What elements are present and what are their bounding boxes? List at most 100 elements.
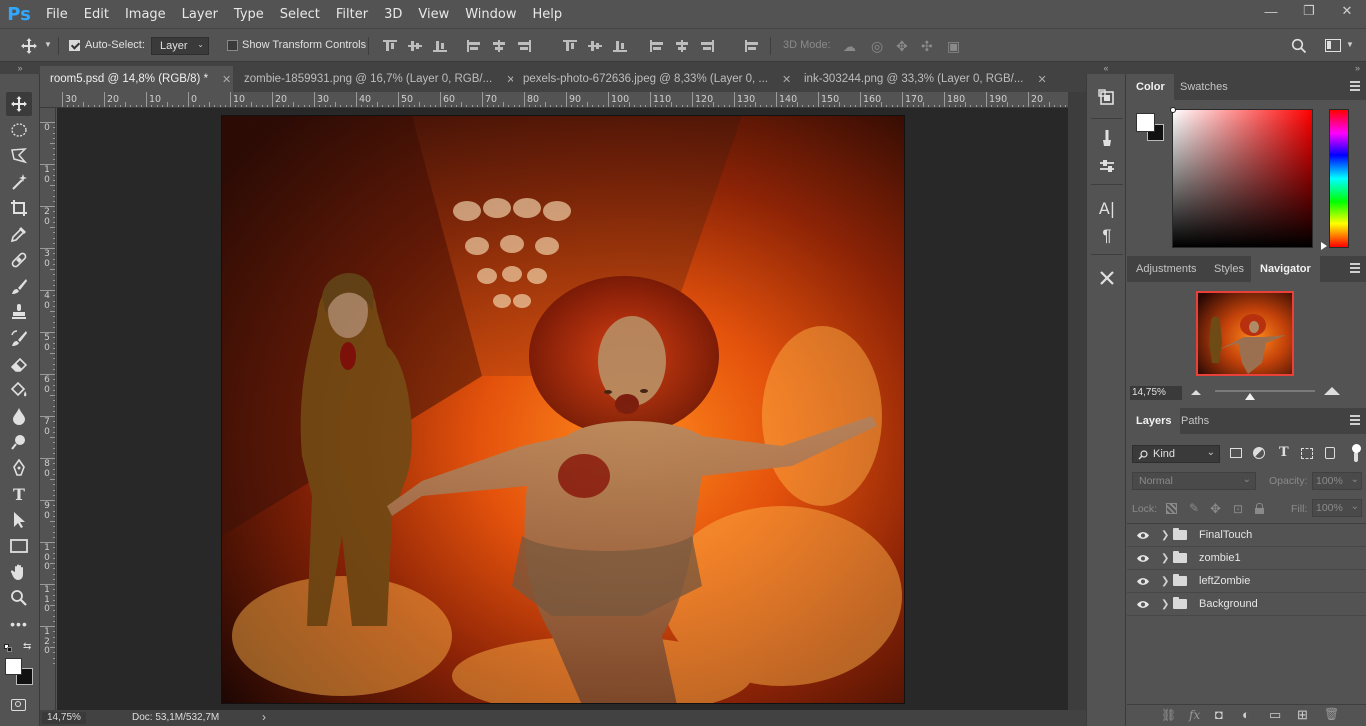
3d-scale-icon[interactable]: ▣ <box>947 38 960 55</box>
auto-align-layers-icon[interactable] <box>745 40 759 52</box>
menu-edit[interactable]: Edit <box>76 0 117 28</box>
paragraph-panel-icon[interactable]: ¶ <box>1095 224 1119 248</box>
filter-smart-object-icon[interactable] <box>1325 447 1335 459</box>
document-canvas[interactable] <box>221 115 905 704</box>
hue-slider[interactable] <box>1329 109 1349 248</box>
chevron-right-icon[interactable]: ❯ <box>1161 530 1169 541</box>
align-top-edges-icon[interactable] <box>383 40 397 52</box>
tab-pexels[interactable]: pexels-photo-672636.jpeg @ 8,33% (Layer … <box>513 66 793 92</box>
eyedropper-tool[interactable] <box>6 222 32 246</box>
rectangle-tool[interactable] <box>6 534 32 558</box>
vertical-scrollbar[interactable] <box>1068 92 1086 710</box>
foreground-color-chip[interactable] <box>1136 113 1155 132</box>
opacity-field[interactable]: 100% ⌄ <box>1312 472 1362 490</box>
menu-filter[interactable]: Filter <box>328 0 376 28</box>
filter-pixel-icon[interactable] <box>1230 448 1242 458</box>
hue-slider-handle[interactable] <box>1321 242 1327 250</box>
new-layer-icon[interactable]: ⊞ <box>1297 707 1308 723</box>
tab-room5[interactable]: room5.psd @ 14,8% (RGB/8) * ✕ <box>40 66 233 92</box>
layer-row-zombie1[interactable]: ❯ zombie1 <box>1127 547 1366 570</box>
menu-file[interactable]: File <box>38 0 76 28</box>
layer-row-finaltouch[interactable]: ❯ FinalTouch <box>1127 524 1366 547</box>
quick-mask-button[interactable] <box>11 699 26 711</box>
dodge-tool[interactable] <box>6 430 32 454</box>
marquee-tool[interactable] <box>6 118 32 142</box>
horizontal-ruler[interactable]: 30 20 10 0 10 20 30 40 50 60 70 80 90 100 110 120 130 140… <box>40 92 1068 108</box>
character-panel-icon[interactable]: A| <box>1095 196 1119 220</box>
distribute-horizontal-centers-icon[interactable] <box>675 40 689 52</box>
status-menu-arrow[interactable]: › <box>262 710 266 724</box>
menu-help[interactable]: Help <box>525 0 571 28</box>
default-colors-icon[interactable] <box>4 644 12 652</box>
chevron-right-icon[interactable]: ❯ <box>1161 599 1169 610</box>
align-bottom-edges-icon[interactable] <box>433 40 447 52</box>
brushes-panel-icon[interactable] <box>1095 126 1119 150</box>
tab-swatches[interactable]: Swatches <box>1171 74 1237 100</box>
lock-artboard-icon[interactable]: ⊡ <box>1233 502 1243 516</box>
distribute-top-icon[interactable] <box>563 40 577 52</box>
close-button[interactable]: ✕ <box>1328 0 1366 22</box>
panel-menu-icon[interactable] <box>1350 263 1360 273</box>
panel-menu-icon[interactable] <box>1350 81 1360 91</box>
search-icon[interactable] <box>1291 38 1307 54</box>
menu-select[interactable]: Select <box>272 0 328 28</box>
navigator-zoom-field[interactable]: 14,75% <box>1130 386 1182 400</box>
eye-icon[interactable] <box>1136 531 1150 540</box>
more-tools-button[interactable]: ••• <box>6 612 32 636</box>
restore-button[interactable]: ❐ <box>1290 0 1328 22</box>
color-field[interactable] <box>1170 107 1313 248</box>
zoom-out-icon[interactable] <box>1191 390 1201 395</box>
layer-row-background[interactable]: ❯ Background <box>1127 593 1366 616</box>
3d-roll-icon[interactable]: ◎ <box>871 38 883 55</box>
eye-icon[interactable] <box>1136 577 1150 586</box>
eye-icon[interactable] <box>1136 600 1150 609</box>
toolbar-collapse-bar[interactable]: » <box>0 62 40 74</box>
minimize-button[interactable]: — <box>1252 0 1290 22</box>
foreground-color-swatch[interactable] <box>5 658 22 675</box>
menu-3d[interactable]: 3D <box>376 0 410 28</box>
link-icon[interactable]: ⛓ <box>1161 708 1176 722</box>
menu-view[interactable]: View <box>410 0 457 28</box>
align-vertical-centers-icon[interactable] <box>408 40 422 52</box>
pen-tool[interactable] <box>6 456 32 480</box>
workspace-icon[interactable] <box>1325 39 1341 52</box>
lasso-tool[interactable] <box>6 144 32 168</box>
align-right-edges-icon[interactable] <box>517 40 531 52</box>
eraser-tool[interactable] <box>6 352 32 376</box>
fill-field[interactable]: 100% ⌄ <box>1312 499 1362 517</box>
paint-bucket-tool[interactable] <box>6 378 32 402</box>
filter-toggle-switch[interactable] <box>1352 444 1361 462</box>
adjustment-icon[interactable]: ◐ <box>1242 707 1250 722</box>
chevron-right-icon[interactable]: ❯ <box>1161 553 1169 564</box>
history-brush-tool[interactable] <box>6 326 32 350</box>
icon-strip-collapse-bar[interactable]: « <box>1086 62 1126 74</box>
filter-adjustment-icon[interactable] <box>1253 447 1265 459</box>
navigator-zoom-handle[interactable] <box>1245 393 1255 400</box>
tab-adjustments[interactable]: Adjustments <box>1127 256 1206 282</box>
brush-settings-panel-icon[interactable] <box>1095 154 1119 178</box>
distribute-vertical-centers-icon[interactable] <box>588 40 602 52</box>
zoom-tool[interactable] <box>6 586 32 610</box>
close-tab-icon[interactable]: ✕ <box>782 73 791 86</box>
navigator-preview[interactable] <box>1196 291 1294 376</box>
filter-type-icon[interactable]: T <box>1279 445 1289 460</box>
zoom-in-icon[interactable] <box>1324 387 1340 395</box>
tab-paths[interactable]: Paths <box>1172 408 1218 434</box>
tool-presets-panel-icon[interactable] <box>1095 266 1119 290</box>
type-tool[interactable]: T <box>6 482 32 506</box>
menu-image[interactable]: Image <box>117 0 174 28</box>
close-tab-icon[interactable]: ✕ <box>222 73 231 86</box>
layer-row-leftzombie[interactable]: ❯ leftZombie <box>1127 570 1366 593</box>
lock-transparent-pixels-icon[interactable] <box>1166 503 1177 514</box>
3d-orbit-icon[interactable]: ☁ <box>843 39 856 55</box>
3d-pan-icon[interactable]: ✥ <box>896 38 908 55</box>
canvas-area[interactable] <box>57 108 1068 710</box>
tab-ink[interactable]: ink-303244.png @ 33,3% (Layer 0, RGB/...… <box>794 66 1047 92</box>
tab-navigator[interactable]: Navigator <box>1251 256 1320 282</box>
layer-filter-dropdown[interactable]: Kind ⌄ <box>1132 445 1220 463</box>
distribute-bottom-icon[interactable] <box>613 40 627 52</box>
panel-menu-icon[interactable] <box>1350 415 1360 425</box>
chevron-down-icon[interactable]: ▼ <box>1346 40 1354 49</box>
lock-image-pixels-icon[interactable]: ✎ <box>1189 501 1199 515</box>
path-selection-tool[interactable] <box>6 508 32 532</box>
